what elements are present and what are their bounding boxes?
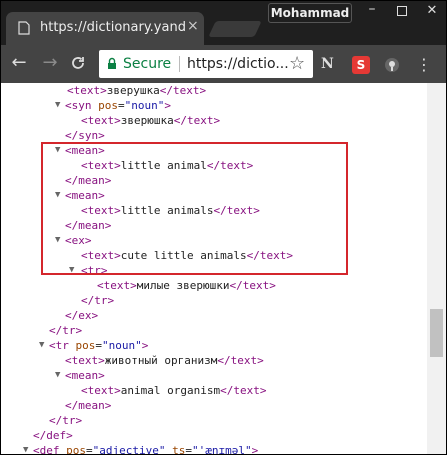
back-button[interactable]: ← bbox=[9, 53, 29, 73]
browser-window: https://dictionary.yandex × Mohammad – ✕… bbox=[1, 1, 446, 454]
xml-line: <def pos="adjective" ts="'ænɪməl"> bbox=[33, 444, 259, 454]
secure-label: Secure bbox=[123, 56, 172, 72]
extension-circle-icon[interactable] bbox=[383, 56, 401, 74]
xml-line: </syn> bbox=[65, 129, 105, 142]
vertical-scrollbar[interactable] bbox=[427, 83, 446, 454]
tab-close-button[interactable]: × bbox=[187, 18, 199, 34]
collapse-triangle-icon[interactable]: ▼ bbox=[23, 443, 28, 454]
xml-line: <syn pos="noun"> bbox=[65, 99, 171, 112]
browser-tab[interactable]: https://dictionary.yandex × bbox=[6, 12, 204, 45]
xml-line: </ex> bbox=[65, 309, 99, 322]
menu-icon[interactable]: ⋮ bbox=[415, 56, 433, 74]
lock-icon bbox=[108, 57, 116, 69]
xml-line: </tr> bbox=[49, 324, 83, 337]
extension-s-icon[interactable]: S bbox=[352, 56, 370, 74]
url-text[interactable]: https://dictio... bbox=[187, 56, 289, 72]
page-content: <text>зверушка</text> ▼ <syn pos="noun">… bbox=[1, 83, 446, 454]
xml-line: <tr pos="noun"> bbox=[49, 339, 149, 352]
address-bar[interactable]: Secure https://dictio... ☆ bbox=[99, 50, 313, 78]
bookmark-star-icon[interactable]: ☆ bbox=[289, 53, 305, 74]
minimize-button[interactable]: – bbox=[358, 1, 386, 21]
highlight-box bbox=[41, 142, 348, 275]
maximize-button[interactable] bbox=[389, 1, 415, 21]
extension-n-icon[interactable]: N bbox=[321, 56, 339, 74]
profile-button[interactable]: Mohammad bbox=[268, 3, 352, 23]
collapse-triangle-icon[interactable]: ▼ bbox=[55, 368, 60, 383]
omnibox-divider bbox=[179, 56, 180, 72]
collapse-triangle-icon[interactable]: ▼ bbox=[39, 338, 44, 353]
xml-line: <text>зверушка</text> bbox=[67, 84, 207, 97]
title-bar: https://dictionary.yandex × Mohammad – ✕ bbox=[1, 1, 446, 45]
xml-line: <text>животный организм</text> bbox=[65, 354, 264, 367]
document-icon bbox=[18, 21, 30, 35]
xml-line: </tr> bbox=[49, 414, 83, 427]
xml-line: </tr> bbox=[81, 294, 115, 307]
xml-line: </mean> bbox=[65, 399, 112, 412]
collapse-triangle-icon[interactable]: ▼ bbox=[55, 98, 60, 113]
forward-button[interactable]: → bbox=[40, 53, 60, 73]
new-tab-button[interactable] bbox=[208, 21, 262, 37]
xml-line: <text>animal organism</text> bbox=[81, 384, 267, 397]
xml-line: </def> bbox=[33, 429, 73, 442]
scrollbar-thumb[interactable] bbox=[430, 309, 443, 357]
tab-title: https://dictionary.yandex bbox=[40, 20, 185, 35]
maximize-icon bbox=[397, 6, 407, 16]
xml-line: <text>зверюшка</text> bbox=[81, 114, 221, 127]
xml-line: <mean> bbox=[65, 369, 105, 382]
reload-icon[interactable] bbox=[70, 55, 86, 71]
close-window-button[interactable]: ✕ bbox=[419, 1, 445, 21]
toolbar: ← → Secure https://dictio... ☆ N S ⋮ bbox=[1, 45, 446, 83]
xml-line: <text>милые зверюшки</text> bbox=[97, 279, 276, 292]
